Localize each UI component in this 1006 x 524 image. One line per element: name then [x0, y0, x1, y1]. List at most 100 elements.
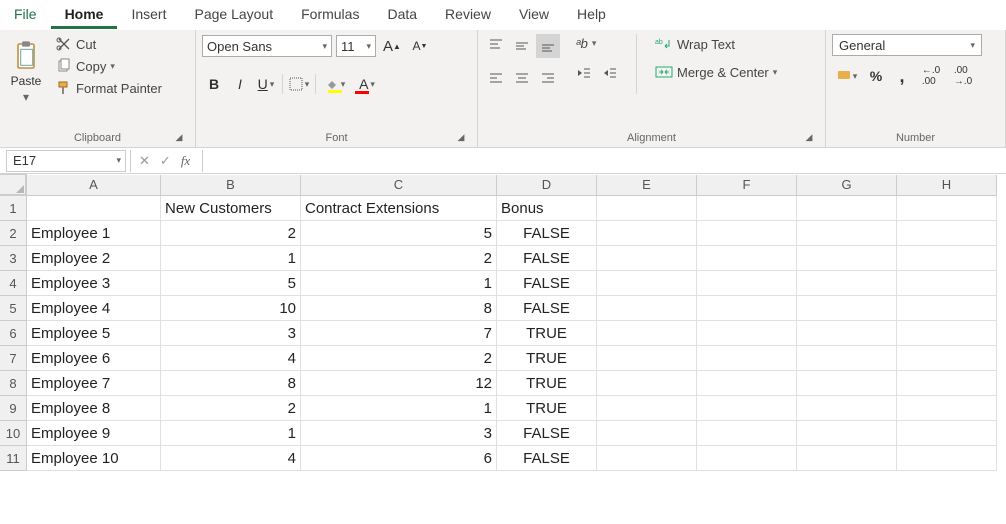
- menu-insert[interactable]: Insert: [117, 0, 180, 29]
- cell[interactable]: 1: [161, 246, 301, 271]
- row-header[interactable]: 11: [0, 446, 27, 471]
- cell[interactable]: [897, 446, 997, 471]
- italic-button[interactable]: I: [228, 72, 252, 96]
- cell[interactable]: FALSE: [497, 271, 597, 296]
- cell[interactable]: 3: [301, 421, 497, 446]
- cell[interactable]: [897, 221, 997, 246]
- cell[interactable]: [597, 271, 697, 296]
- cell[interactable]: [697, 296, 797, 321]
- column-header[interactable]: D: [497, 175, 597, 196]
- row-header[interactable]: 1: [0, 196, 27, 221]
- menu-review[interactable]: Review: [431, 0, 505, 29]
- cell[interactable]: 2: [301, 246, 497, 271]
- cell[interactable]: [597, 246, 697, 271]
- cell[interactable]: Contract Extensions: [301, 196, 497, 221]
- comma-button[interactable]: ,: [890, 64, 914, 88]
- cell[interactable]: 4: [161, 346, 301, 371]
- row-header[interactable]: 5: [0, 296, 27, 321]
- cell[interactable]: FALSE: [497, 221, 597, 246]
- align-right-button[interactable]: [536, 66, 560, 90]
- cell[interactable]: Employee 9: [27, 421, 161, 446]
- cell[interactable]: 10: [161, 296, 301, 321]
- align-top-button[interactable]: [484, 34, 508, 58]
- cell[interactable]: 2: [161, 221, 301, 246]
- cell[interactable]: Employee 8: [27, 396, 161, 421]
- cell[interactable]: Employee 7: [27, 371, 161, 396]
- percent-button[interactable]: %: [864, 64, 888, 88]
- cell[interactable]: [697, 271, 797, 296]
- cell[interactable]: FALSE: [497, 446, 597, 471]
- borders-button[interactable]: ▾: [287, 72, 311, 96]
- cell[interactable]: [797, 421, 897, 446]
- cell[interactable]: TRUE: [497, 396, 597, 421]
- row-header[interactable]: 8: [0, 371, 27, 396]
- decrease-indent-button[interactable]: [572, 61, 596, 85]
- font-color-button[interactable]: A▾: [352, 72, 382, 96]
- column-header[interactable]: E: [597, 175, 697, 196]
- cell[interactable]: Employee 4: [27, 296, 161, 321]
- menu-file[interactable]: File: [0, 0, 51, 29]
- cut-button[interactable]: Cut: [52, 34, 166, 54]
- cell[interactable]: 3: [161, 321, 301, 346]
- cell[interactable]: [897, 396, 997, 421]
- select-all-corner[interactable]: [0, 175, 26, 195]
- cell[interactable]: TRUE: [497, 321, 597, 346]
- cell[interactable]: Employee 6: [27, 346, 161, 371]
- cell[interactable]: [597, 396, 697, 421]
- cell[interactable]: [797, 196, 897, 221]
- number-format-select[interactable]: General ▾: [832, 34, 982, 56]
- cell[interactable]: 5: [161, 271, 301, 296]
- cell[interactable]: [697, 196, 797, 221]
- cell[interactable]: 5: [301, 221, 497, 246]
- enter-formula-icon[interactable]: ✓: [160, 153, 171, 169]
- row-header[interactable]: 10: [0, 421, 27, 446]
- align-middle-button[interactable]: [510, 34, 534, 58]
- bold-button[interactable]: B: [202, 72, 226, 96]
- column-header[interactable]: C: [301, 175, 497, 196]
- cell[interactable]: [597, 346, 697, 371]
- cell[interactable]: Employee 2: [27, 246, 161, 271]
- cell[interactable]: [697, 446, 797, 471]
- cell[interactable]: 8: [161, 371, 301, 396]
- cell[interactable]: 8: [301, 296, 497, 321]
- align-bottom-button[interactable]: [536, 34, 560, 58]
- increase-indent-button[interactable]: [598, 61, 622, 85]
- cell[interactable]: [797, 446, 897, 471]
- cell[interactable]: [897, 421, 997, 446]
- cell[interactable]: [797, 321, 897, 346]
- cell[interactable]: [797, 371, 897, 396]
- cell[interactable]: [797, 271, 897, 296]
- cell[interactable]: [697, 396, 797, 421]
- cell[interactable]: Employee 10: [27, 446, 161, 471]
- cell[interactable]: [797, 221, 897, 246]
- decrease-font-button[interactable]: A▼: [408, 34, 432, 58]
- cell[interactable]: [897, 271, 997, 296]
- merge-center-button[interactable]: Merge & Center ▾: [651, 62, 781, 82]
- cell[interactable]: 4: [161, 446, 301, 471]
- cell[interactable]: FALSE: [497, 246, 597, 271]
- orientation-button[interactable]: ᵃb▾: [572, 34, 622, 53]
- cell[interactable]: 2: [301, 346, 497, 371]
- column-header[interactable]: B: [161, 175, 301, 196]
- cell[interactable]: [697, 246, 797, 271]
- cell[interactable]: [597, 296, 697, 321]
- cell[interactable]: 1: [301, 396, 497, 421]
- cell[interactable]: 12: [301, 371, 497, 396]
- cell[interactable]: 6: [301, 446, 497, 471]
- align-left-button[interactable]: [484, 66, 508, 90]
- cell[interactable]: [597, 421, 697, 446]
- cell[interactable]: FALSE: [497, 296, 597, 321]
- font-name-select[interactable]: Open Sans ▾: [202, 35, 332, 57]
- cell[interactable]: 1: [301, 271, 497, 296]
- menu-view[interactable]: View: [505, 0, 563, 29]
- row-header[interactable]: 2: [0, 221, 27, 246]
- cell[interactable]: [797, 346, 897, 371]
- increase-decimal-button[interactable]: ←.0.00: [916, 64, 946, 88]
- cell[interactable]: [597, 321, 697, 346]
- fx-icon[interactable]: fx: [181, 153, 190, 169]
- paste-button[interactable]: Paste ▾: [6, 34, 46, 108]
- decrease-decimal-button[interactable]: .00→.0: [948, 64, 978, 88]
- cell[interactable]: [597, 196, 697, 221]
- cancel-formula-icon[interactable]: ✕: [139, 153, 150, 169]
- cell[interactable]: Employee 1: [27, 221, 161, 246]
